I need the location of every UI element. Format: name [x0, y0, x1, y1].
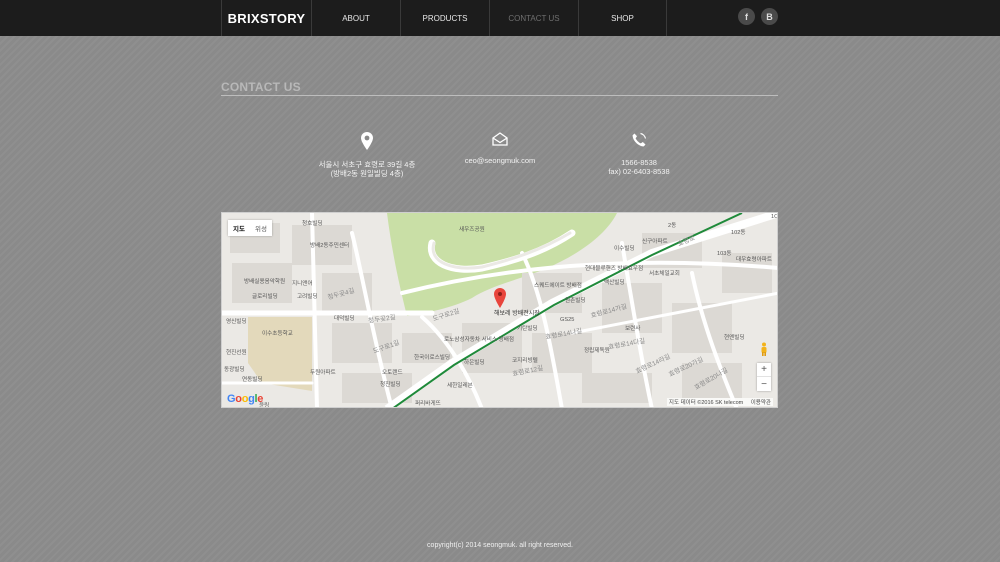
- footer-copyright: copyright(c) 2014 seongmuk. all right re…: [427, 542, 573, 549]
- address-line-1: 서울시 서초구 효령로 39길 4층: [318, 160, 416, 169]
- map-tab-map[interactable]: 지도: [228, 220, 250, 236]
- marker-label: 해보레 방배전시장: [494, 311, 540, 317]
- poi-label: 퍼리바게뜨: [415, 401, 441, 407]
- poi-label: 새우즈공원: [459, 227, 485, 233]
- poi-label: 영신빌딩: [226, 319, 247, 325]
- google-map[interactable]: 지도 위성 청호빌딩 방배2동주민센터 방배실용음악학원 지니앤어 글로리빌딩 …: [221, 212, 778, 408]
- poi-label: 방배2동주민센터: [310, 243, 350, 249]
- google-logo: Google: [227, 393, 264, 405]
- nav-item-about[interactable]: ABOUT: [311, 0, 400, 36]
- phone-icon: [632, 132, 647, 147]
- attribution-text: 지도 데이터 ©2016 SK telecom: [668, 400, 744, 406]
- poi-label: 정립제독원: [584, 348, 610, 354]
- page-title: CONTACT US: [221, 80, 778, 96]
- poi-label: 서초체일교회: [649, 271, 680, 277]
- poi-label: 보련사: [625, 326, 641, 332]
- fax-number: fax) 02-6403-8538: [608, 167, 670, 176]
- poi-label: 기탄빌딩: [517, 326, 538, 332]
- map-attribution: 지도 데이터 ©2016 SK telecom 이용약관: [666, 398, 773, 406]
- poi-label: 스퀘드에이트 방배점: [534, 283, 582, 289]
- poi-label: 대덕빌딩: [334, 316, 355, 322]
- poi-label: 2동: [668, 223, 677, 229]
- poi-label: 한국이로스빌딩: [414, 355, 451, 361]
- poi-label: 하은빌딩: [464, 360, 485, 366]
- poi-label: 고려빌딩: [297, 294, 318, 300]
- email-address[interactable]: ceo@seongmuk.com: [430, 156, 570, 165]
- map-type-toggle: 지도 위성: [228, 220, 272, 236]
- brand-logo[interactable]: BRIXSTORY: [221, 0, 311, 36]
- poi-label: 신구아파트: [642, 239, 668, 245]
- main-nav: BRIXSTORY ABOUT PRODUCTS CONTACT US SHOP: [221, 0, 667, 36]
- street-view-pegman-icon[interactable]: [759, 342, 769, 356]
- facebook-icon[interactable]: f: [738, 8, 755, 25]
- poi-label: 청호빌딩: [302, 221, 323, 227]
- blog-icon[interactable]: B: [761, 8, 778, 25]
- location-pin-icon: [361, 132, 373, 150]
- poi-label: 오토랜드: [382, 370, 403, 376]
- poi-label: 세한일레븐: [447, 383, 473, 389]
- poi-label: 동광빌딩: [224, 367, 245, 373]
- poi-label: 이수빌딩: [614, 246, 635, 252]
- poi-label: 현엔빌딩: [724, 335, 745, 341]
- contact-phone: 1566-8538 fax) 02-6403-8538: [569, 132, 709, 176]
- map-pin-icon: [494, 288, 506, 308]
- terms-link[interactable]: 이용약관: [751, 400, 771, 406]
- contact-email: ceo@seongmuk.com: [430, 132, 570, 165]
- poi-label: 1C: [771, 214, 778, 220]
- zoom-out-button[interactable]: −: [757, 377, 771, 391]
- contact-address: 서울시 서초구 효령로 39길 4층 (방배2동 원일빌딩 4층): [297, 132, 437, 178]
- phone-number[interactable]: 1566-8538: [569, 158, 709, 167]
- poi-label: 원촌빌딩: [565, 298, 586, 304]
- map-tab-satellite[interactable]: 위성: [250, 220, 272, 236]
- poi-label: 103동: [717, 251, 732, 257]
- poi-label: GS25: [560, 317, 575, 323]
- social-links: f B: [738, 8, 778, 25]
- poi-label: 102동: [731, 230, 746, 236]
- zoom-controls: + −: [757, 363, 771, 391]
- poi-label: 두원아파트: [310, 370, 336, 376]
- nav-item-shop[interactable]: SHOP: [578, 0, 667, 36]
- poi-label: 지니앤어: [292, 281, 313, 287]
- address-line-2: (방배2동 원일빌딩 4층): [330, 169, 404, 178]
- top-navigation-bar: BRIXSTORY ABOUT PRODUCTS CONTACT US SHOP…: [0, 0, 1000, 36]
- poi-label: 백산빌딩: [604, 280, 625, 286]
- poi-label: 현대블루핸즈 방배효우점: [585, 266, 644, 272]
- poi-label: 로노삼성자동차 서비스 방배점: [444, 337, 515, 343]
- poi-label: 글로리빌딩: [252, 294, 278, 300]
- zoom-in-button[interactable]: +: [757, 363, 771, 377]
- poi-label: 대우효령아파트: [736, 257, 773, 263]
- poi-label: 현진선원: [226, 350, 247, 356]
- poi-label: 방배실용음악학원: [244, 279, 286, 285]
- envelope-icon: [492, 132, 508, 146]
- poi-label: 이수초등학교: [262, 331, 293, 337]
- nav-item-contact-us[interactable]: CONTACT US: [489, 0, 578, 36]
- poi-label: 청진빌딩: [380, 382, 401, 388]
- nav-item-products[interactable]: PRODUCTS: [400, 0, 489, 36]
- poi-label: 연동빌딩: [242, 377, 263, 383]
